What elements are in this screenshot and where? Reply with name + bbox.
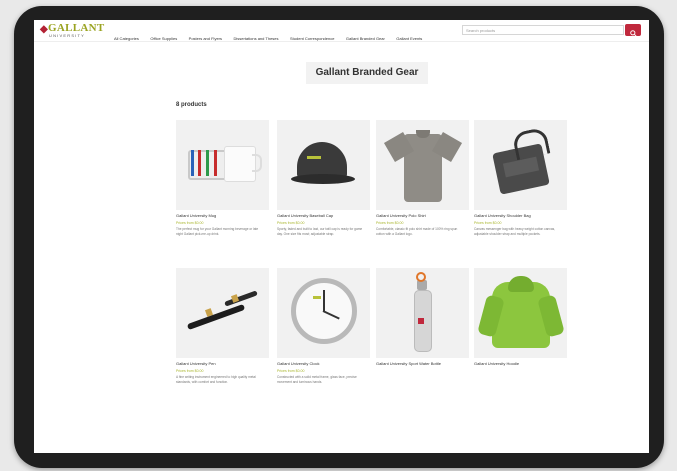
logo-mark-icon: ◆ — [40, 24, 48, 35]
product-name[interactable]: Gallant University Shoulder Bag — [474, 213, 567, 219]
product-image-bottle[interactable] — [376, 268, 469, 358]
site-header: ◆ GALLANT UNIVERSITY All Categories Offi… — [34, 20, 649, 42]
product-description: Sporty, faded and built to last, our twi… — [277, 227, 363, 236]
product-description: The perfect mug for your Gallant morning… — [176, 227, 259, 236]
nav-student-correspondence[interactable]: Student Correspondence — [290, 36, 334, 41]
nav-dissertations[interactable]: Dissertations and Theses — [233, 36, 278, 41]
product-price: Prices from $0.00 — [376, 221, 404, 225]
product-count: 8 products — [176, 102, 207, 108]
product-name[interactable]: Gallant University Baseball Cap — [277, 213, 370, 219]
product-card-pen[interactable]: Gallant University Pen Prices from $0.00… — [176, 268, 269, 384]
product-name[interactable]: Gallant University Mug — [176, 213, 269, 219]
page-title: Gallant Branded Gear — [306, 62, 428, 84]
product-image-clock[interactable] — [277, 268, 370, 358]
product-image-pen[interactable] — [176, 268, 269, 358]
product-image-cap[interactable] — [277, 120, 370, 210]
product-description: Comfortable, classic fit polo shirt made… — [376, 227, 458, 236]
product-description: Canvas messenger bag with heavy weight c… — [474, 227, 556, 236]
product-card-clock[interactable]: Gallant University Clock Prices from $0.… — [277, 268, 370, 384]
product-image-polo[interactable] — [376, 120, 469, 210]
search-icon — [629, 30, 637, 37]
search-input[interactable]: Search products — [462, 25, 624, 35]
main-nav: All Categories Office Supplies Posters a… — [114, 27, 429, 45]
product-name[interactable]: Gallant University Sport Water Bottle — [376, 361, 469, 367]
product-price: Prices from $0.00 — [474, 221, 502, 225]
product-card-cap[interactable]: Gallant University Baseball Cap Prices f… — [277, 120, 370, 236]
browser-screen: ◆ GALLANT UNIVERSITY All Categories Offi… — [34, 20, 649, 453]
product-price — [474, 369, 567, 374]
product-card-bag[interactable]: Gallant University Shoulder Bag Prices f… — [474, 120, 567, 236]
nav-events[interactable]: Gallant Events — [396, 36, 422, 41]
product-image-mug[interactable] — [176, 120, 269, 210]
product-price: Prices from $0.00 — [277, 221, 305, 225]
product-name[interactable]: Gallant University Pen — [176, 361, 269, 367]
product-name[interactable]: Gallant University Clock — [277, 361, 370, 367]
product-card-polo[interactable]: Gallant University Polo Shirt Prices fro… — [376, 120, 469, 236]
logo-subtitle: UNIVERSITY — [49, 33, 86, 38]
search-button[interactable] — [625, 24, 641, 37]
product-card-hoodie[interactable]: Gallant University Hoodie — [474, 268, 567, 375]
nav-office-supplies[interactable]: Office Supplies — [150, 36, 177, 41]
product-description: Constructed with a solid metal frame, gl… — [277, 375, 357, 384]
nav-all-categories[interactable]: All Categories — [114, 36, 139, 41]
product-price: Prices from $0.00 — [176, 221, 204, 225]
nav-posters-flyers[interactable]: Posters and Flyers — [189, 36, 222, 41]
product-image-bag[interactable] — [474, 120, 567, 210]
product-name[interactable]: Gallant University Hoodie — [474, 361, 567, 367]
product-name[interactable]: Gallant University Polo Shirt — [376, 213, 469, 219]
product-price: Prices from $0.00 — [176, 369, 204, 373]
product-price — [376, 369, 469, 374]
nav-branded-gear[interactable]: Gallant Branded Gear — [346, 36, 385, 41]
product-description: A fine writing instrument engineered to … — [176, 375, 256, 384]
product-card-mug[interactable]: Gallant University Mug Prices from $0.00… — [176, 120, 269, 236]
product-image-hoodie[interactable] — [474, 268, 567, 358]
product-card-bottle[interactable]: Gallant University Sport Water Bottle — [376, 268, 469, 375]
product-price: Prices from $0.00 — [277, 369, 305, 373]
